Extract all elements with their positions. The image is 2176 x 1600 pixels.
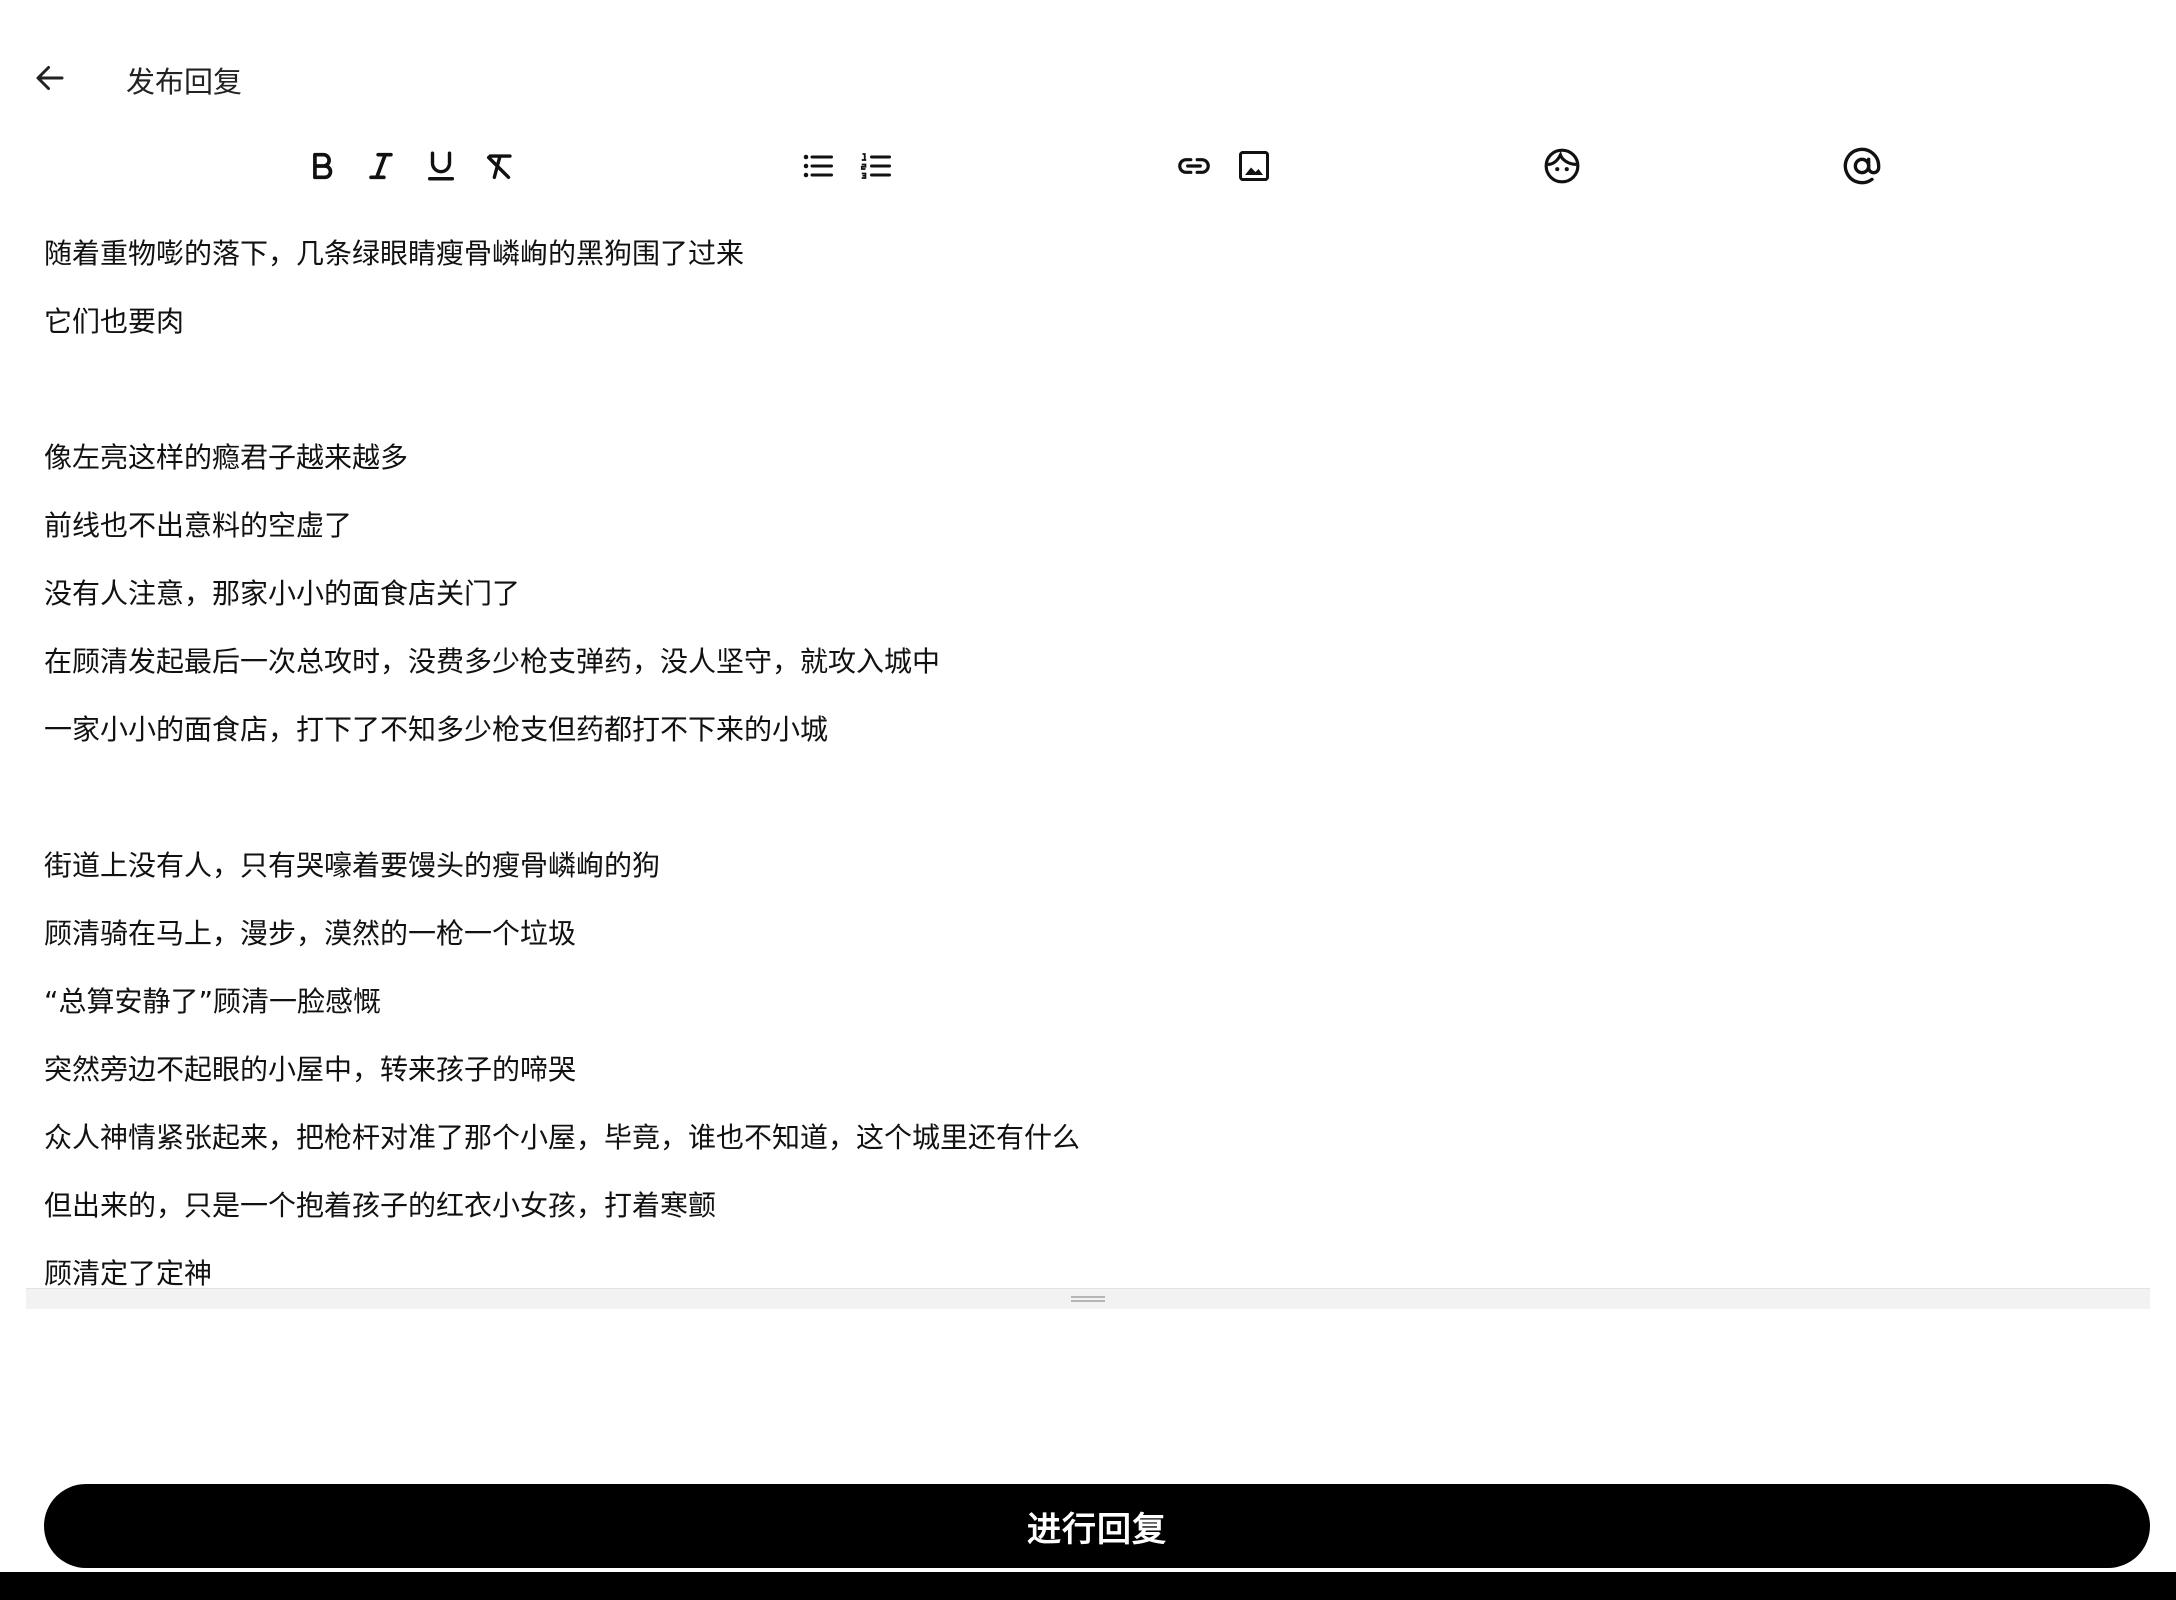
editor-resize-handle[interactable] [26, 1288, 2150, 1309]
back-button[interactable] [20, 48, 80, 108]
mention-button[interactable] [1836, 140, 1888, 192]
link-icon [1178, 158, 1210, 174]
insert-image-button[interactable] [1228, 140, 1280, 192]
underline-button[interactable] [415, 140, 467, 192]
formatting-toolbar [0, 122, 2176, 208]
at-sign-icon [1843, 147, 1881, 185]
submit-reply-button[interactable]: 进行回复 [44, 1484, 2150, 1568]
editor-line: 顾清定了定神 [44, 1257, 213, 1288]
editor-line: 没有人注意，那家小小的面食店关门了 [44, 577, 521, 610]
editor-line: 在顾清发起最后一次总攻时，没费多少枪支弹药，没人坚守，就攻入城中 [44, 645, 941, 678]
arrow-left-icon [36, 66, 64, 90]
emoji-button[interactable] [1536, 140, 1588, 192]
clear-format-icon [486, 154, 512, 180]
emoji-icon [1544, 148, 1580, 184]
editor-line: 众人神情紧张起来，把枪杆对准了那个小屋，毕竟，谁也不知道，这个城里还有什么 [44, 1121, 1081, 1154]
editor-line: 一家小小的面食店，打下了不知多少枪支但药都打不下来的小城 [44, 713, 829, 746]
editor-line: 它们也要肉 [44, 305, 185, 338]
system-navigation-bar [0, 1572, 2176, 1600]
editor-line [44, 356, 2150, 424]
editor-line: 突然旁边不起眼的小屋中，转来孩子的啼哭 [44, 1053, 577, 1086]
italic-icon [369, 152, 393, 180]
italic-button[interactable] [355, 140, 407, 192]
numbered-list-button[interactable] [850, 140, 902, 192]
bulleted-list-button[interactable] [792, 140, 844, 192]
editor-line [44, 764, 2150, 832]
editor-line: 随着重物嘭的落下，几条绿眼睛瘦骨嶙峋的黑狗围了过来 [44, 237, 745, 270]
editor-line: 像左亮这样的瘾君子越来越多 [44, 441, 409, 474]
underline-icon [427, 151, 455, 181]
top-bar: 发布回复 [0, 0, 2176, 122]
bold-button[interactable] [296, 140, 348, 192]
editor-content[interactable]: 随着重物嘭的落下，几条绿眼睛瘦骨嶙峋的黑狗围了过来 它们也要肉 像左亮这样的瘾君… [26, 220, 2150, 1288]
page-title: 发布回复 [126, 65, 243, 99]
editor-line: 前线也不出意料的空虚了 [44, 509, 353, 542]
resize-grip-icon [1071, 1296, 1105, 1302]
image-icon [1239, 151, 1269, 181]
insert-link-button[interactable] [1168, 140, 1220, 192]
editor-line: 顾清骑在马上，漫步，漠然的一枪一个垃圾 [44, 917, 577, 950]
reply-text-editor[interactable]: 随着重物嘭的落下，几条绿眼睛瘦骨嶙峋的黑狗围了过来 它们也要肉 像左亮这样的瘾君… [26, 220, 2150, 1288]
bulleted-list-icon [803, 154, 833, 178]
numbered-list-icon [860, 153, 891, 179]
editor-line: 街道上没有人，只有哭嚎着要馒头的瘦骨嶙峋的狗 [44, 849, 661, 882]
editor-line: 但出来的，只是一个抱着孩子的红衣小女孩，打着寒颤 [44, 1189, 717, 1222]
reply-editor-screen: 发布回复 随着重物嘭的落下，几条绿眼睛瘦骨嶙峋的黑狗围了过来 它们也要肉 像左亮… [0, 0, 2176, 1600]
editor-line: “总算安静了”顾清一脸感慨 [44, 985, 382, 1018]
bold-icon [313, 152, 333, 180]
clear-format-button[interactable] [474, 140, 526, 192]
